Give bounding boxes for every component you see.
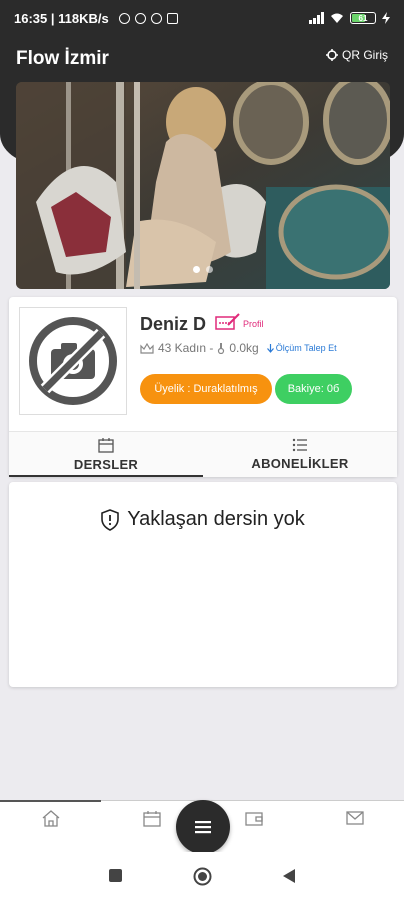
home-button[interactable] bbox=[193, 867, 212, 891]
tab-lessons-label: DERSLER bbox=[73, 456, 139, 472]
nav-wallet[interactable] bbox=[244, 809, 264, 827]
empty-lessons-message: Yaklaşan dersin yok bbox=[9, 508, 397, 531]
square-icon bbox=[109, 869, 122, 882]
nav-home[interactable] bbox=[41, 809, 61, 827]
profile-card: Deniz D Profil 43 Kadın - 0.0kg Ölçüm Ta… bbox=[9, 297, 397, 477]
tab-subscriptions[interactable]: ABONELİKLER bbox=[203, 432, 397, 477]
qr-login-label: QR Giriş bbox=[342, 48, 388, 62]
age-gender: 43 Kadın - bbox=[158, 341, 214, 355]
crown-icon bbox=[140, 342, 154, 354]
thermometer-icon bbox=[218, 343, 225, 354]
qr-login-button[interactable]: QR Giriş bbox=[326, 48, 388, 62]
gallery-icon bbox=[166, 12, 178, 24]
edit-profile-button[interactable]: Profil bbox=[215, 313, 264, 331]
carousel-dot-2[interactable] bbox=[206, 266, 213, 273]
banner-image bbox=[16, 82, 390, 289]
menu-icon bbox=[195, 821, 211, 834]
edit-profile-label: Profil bbox=[243, 319, 264, 329]
wallet-icon bbox=[245, 811, 263, 826]
status-bar: 16:35 | 118KB/s 61 bbox=[0, 0, 404, 36]
status-notification-icons bbox=[118, 12, 178, 24]
charging-icon bbox=[382, 12, 390, 24]
list-icon bbox=[292, 438, 307, 452]
measure-request-label: Ölçüm Talep Et bbox=[275, 343, 337, 353]
alarm-icon bbox=[118, 12, 130, 24]
shield-alert-icon bbox=[101, 508, 120, 531]
crosshair-icon bbox=[326, 49, 338, 61]
membership-status-badge[interactable]: Üyelik : Duraklatılmış bbox=[140, 374, 272, 404]
nav-messages[interactable] bbox=[345, 809, 365, 827]
status-left: 16:35 | 118KB/s bbox=[14, 11, 178, 26]
no-photo-icon bbox=[29, 317, 117, 405]
nav-calendar[interactable] bbox=[142, 809, 162, 827]
nav-indicator bbox=[0, 800, 101, 802]
calendar-icon bbox=[143, 810, 161, 827]
back-button[interactable] bbox=[283, 869, 295, 888]
carousel-dots bbox=[16, 266, 390, 273]
recents-button[interactable] bbox=[109, 869, 122, 887]
calendar-icon bbox=[98, 437, 114, 453]
menu-fab-button[interactable] bbox=[176, 800, 230, 854]
status-right: 61 bbox=[309, 12, 390, 24]
battery-icon: 61 bbox=[350, 12, 376, 24]
profile-details: 43 Kadın - 0.0kg Ölçüm Talep Et bbox=[140, 341, 337, 355]
balance-badge[interactable]: Bakiye: 0б bbox=[275, 374, 352, 404]
wifi-icon bbox=[331, 13, 343, 23]
battery-level: 61 bbox=[358, 13, 368, 23]
tab-bar: DERSLER ABONELİKLER bbox=[9, 431, 397, 477]
app-title: Flow İzmir bbox=[16, 48, 109, 69]
circle-icon bbox=[193, 867, 212, 886]
lessons-panel: Yaklaşan dersin yok bbox=[9, 482, 397, 687]
avatar[interactable] bbox=[19, 307, 127, 415]
banner-carousel[interactable] bbox=[16, 82, 390, 289]
weight: 0.0kg bbox=[229, 341, 259, 355]
carousel-dot-1[interactable] bbox=[193, 266, 200, 273]
measure-request-link[interactable]: Ölçüm Talep Et bbox=[266, 343, 337, 353]
mail-icon bbox=[346, 811, 364, 825]
signal-icon bbox=[309, 12, 324, 24]
notification-circle-icon bbox=[150, 12, 162, 24]
tab-subscriptions-label: ABONELİKLER bbox=[251, 456, 349, 471]
edit-icon bbox=[215, 313, 240, 330]
user-name: Deniz D bbox=[140, 314, 207, 334]
status-time: 16:35 | 118KB/s bbox=[14, 10, 109, 26]
notification-b-icon bbox=[134, 12, 146, 24]
empty-lessons-text: Yaklaşan dersin yok bbox=[127, 508, 305, 530]
back-triangle-icon bbox=[283, 869, 295, 883]
home-icon bbox=[42, 809, 60, 827]
download-arrow-icon bbox=[266, 343, 274, 353]
tab-lessons[interactable]: DERSLER bbox=[9, 432, 203, 477]
system-nav-bar bbox=[0, 852, 404, 900]
